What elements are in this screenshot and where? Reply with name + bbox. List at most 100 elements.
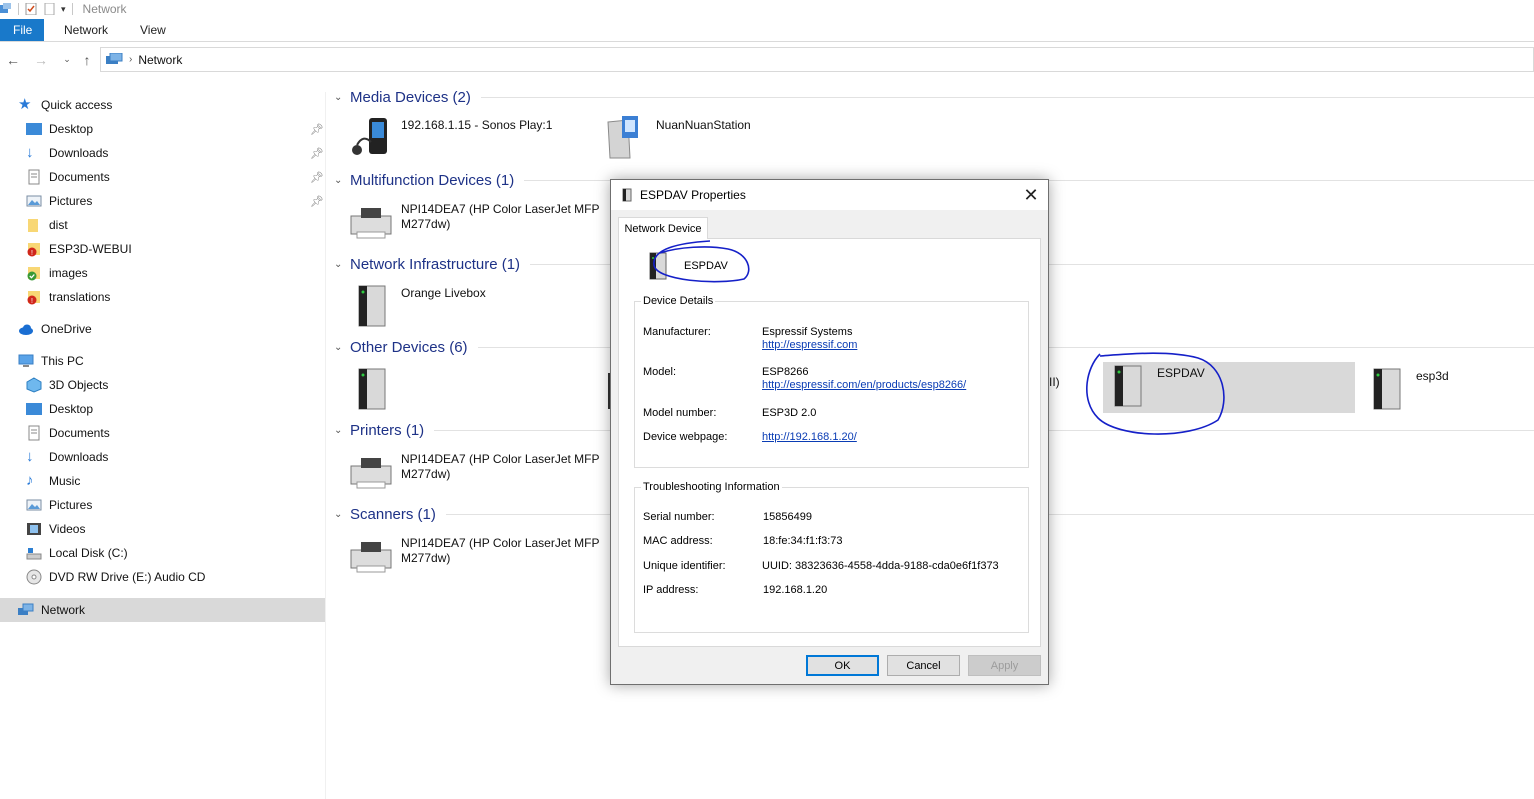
device-nuannuanstation[interactable]: NuanNuanStation	[602, 114, 751, 162]
tab-file[interactable]: File	[0, 19, 44, 41]
sidebar-item-desktop[interactable]: Desktop	[26, 117, 93, 141]
device-partial-label[interactable]: II)	[1049, 371, 1060, 390]
collapse-chevron-icon[interactable]: ⌄	[334, 342, 350, 353]
breadcrumb-separator-icon[interactable]: ›	[129, 54, 132, 65]
new-folder-icon[interactable]	[43, 3, 55, 15]
collapse-chevron-icon[interactable]: ⌄	[334, 425, 350, 436]
sidebar-item-label: DVD RW Drive (E:) Audio CD	[49, 570, 206, 584]
collapse-chevron-icon[interactable]: ⌄	[334, 92, 350, 103]
sidebar-item-videos[interactable]: Videos	[26, 517, 85, 541]
sidebar-item-quick-access[interactable]: ★ Quick access	[18, 93, 112, 117]
breadcrumb-network[interactable]: Network	[138, 53, 182, 67]
model-number-value: ESP3D 2.0	[762, 407, 817, 419]
device-orange-livebox[interactable]: Orange Livebox	[347, 282, 486, 330]
cancel-button[interactable]: Cancel	[887, 655, 960, 676]
computer-icon	[18, 354, 34, 367]
sidebar-item-onedrive[interactable]: OneDrive	[18, 317, 92, 341]
up-arrow-icon[interactable]: ↑	[76, 49, 98, 71]
pin-icon[interactable]: 📌︎	[310, 165, 324, 189]
sidebar-item-documents[interactable]: Documents	[26, 165, 110, 189]
sidebar-item-images[interactable]: images	[26, 261, 88, 285]
device-label: NPI14DEA7 (HP Color LaserJet MFP M277dw)	[401, 532, 600, 566]
collapse-chevron-icon[interactable]: ⌄	[334, 259, 350, 270]
collapse-chevron-icon[interactable]: ⌄	[334, 175, 350, 186]
sidebar-item-label: Documents	[49, 426, 110, 440]
group-media-devices[interactable]: ⌄ Media Devices (2)	[334, 87, 1534, 107]
sidebar-item-documents-pc[interactable]: Documents	[26, 421, 110, 445]
sidebar-item-label: Downloads	[49, 450, 109, 464]
pin-icon[interactable]: 📌︎	[310, 141, 324, 165]
tab-network[interactable]: Network	[44, 19, 124, 41]
back-arrow-icon[interactable]: ←	[2, 49, 24, 71]
ok-button[interactable]: OK	[806, 655, 879, 676]
sidebar-item-pictures[interactable]: Pictures	[26, 189, 92, 213]
customize-toolbar-arrow-icon[interactable]: ▾	[61, 4, 66, 15]
troubleshooting-group: Troubleshooting Information Serial numbe…	[634, 481, 1029, 633]
folder-error-icon: !	[27, 243, 40, 257]
recent-locations-chevron-icon[interactable]: ⌄	[56, 49, 78, 71]
device-sonos[interactable]: 192.168.1.15 - Sonos Play:1	[347, 114, 552, 162]
folder-icon	[28, 219, 38, 232]
desktop-icon	[26, 403, 42, 415]
sidebar-item-music[interactable]: ♪ Music	[26, 469, 80, 493]
device-label-line-1: NPI14DEA7 (HP Color LaserJet MFP	[401, 536, 600, 550]
sidebar-item-translations[interactable]: ! translations	[26, 285, 110, 309]
device-hp-multifunction[interactable]: NPI14DEA7 (HP Color LaserJet MFP M277dw)	[347, 198, 600, 246]
device-espdav[interactable]: ESPDAV	[1103, 362, 1355, 413]
address-bar[interactable]: › Network	[100, 47, 1534, 72]
device-label-line-1: NPI14DEA7 (HP Color LaserJet MFP	[401, 202, 600, 216]
cube-icon	[26, 377, 42, 393]
model-value: ESP8266	[762, 366, 809, 378]
sidebar-item-downloads-pc[interactable]: ↓ Downloads	[26, 445, 108, 469]
sidebar-item-esp3d-webui[interactable]: ! ESP3D-WEBUI	[26, 237, 132, 261]
collapse-chevron-icon[interactable]: ⌄	[334, 509, 350, 520]
media-player-icon	[352, 118, 387, 155]
forward-arrow-icon[interactable]: →	[30, 49, 52, 71]
manufacturer-link[interactable]: http://espressif.com	[762, 339, 857, 351]
sidebar-item-downloads[interactable]: ↓ Downloads	[26, 141, 108, 165]
tab-view[interactable]: View	[124, 19, 182, 41]
properties-icon[interactable]	[25, 3, 37, 15]
network-icon	[18, 603, 34, 615]
quick-access-toolbar-icon[interactable]	[0, 3, 12, 15]
pin-icon[interactable]: 📌︎	[310, 189, 324, 213]
download-arrow-icon: ↓	[26, 144, 34, 161]
pictures-icon	[26, 499, 42, 511]
sidebar-item-3d-objects[interactable]: 3D Objects	[26, 373, 108, 397]
apply-button[interactable]: Apply	[968, 655, 1041, 676]
pin-icon[interactable]: 📌︎	[310, 117, 324, 141]
group-title: Network Infrastructure (1)	[350, 255, 521, 273]
close-icon[interactable]: ✕	[1020, 184, 1042, 206]
sidebar-item-dvd-drive[interactable]: DVD RW Drive (E:) Audio CD	[26, 565, 205, 589]
device-hp-scanner[interactable]: NPI14DEA7 (HP Color LaserJet MFP M277dw)	[347, 532, 600, 580]
network-device-icon	[358, 368, 386, 410]
sidebar-item-desktop-pc[interactable]: Desktop	[26, 397, 93, 421]
dialog-title: ESPDAV Properties	[640, 188, 746, 202]
webpage-link[interactable]: http://192.168.1.20/	[762, 431, 857, 443]
printer-icon	[350, 458, 392, 489]
group-title: Printers (1)	[350, 421, 425, 439]
sidebar-item-local-disk[interactable]: Local Disk (C:)	[26, 541, 128, 565]
sidebar-item-dist[interactable]: dist	[26, 213, 68, 237]
device-name-field: ESPDAV	[684, 260, 728, 272]
device-label-line-2: M277dw)	[401, 467, 451, 481]
sidebar-item-label: dist	[49, 218, 68, 232]
sidebar-item-label: Documents	[49, 170, 110, 184]
toolbar-divider	[18, 3, 19, 15]
sidebar-item-network[interactable]: Network	[0, 598, 325, 622]
device-esp3d[interactable]: esp3d	[1362, 365, 1449, 413]
device-hp-printer[interactable]: NPI14DEA7 (HP Color LaserJet MFP M277dw)	[347, 448, 600, 496]
sidebar-item-label: Network	[41, 603, 86, 617]
documents-icon	[28, 425, 40, 441]
star-icon: ★	[18, 96, 32, 113]
sidebar-item-pictures-pc[interactable]: Pictures	[26, 493, 92, 517]
sidebar-item-this-pc[interactable]: This PC	[18, 349, 84, 373]
network-device-icon	[358, 285, 386, 327]
device-unnamed[interactable]	[347, 365, 401, 413]
disc-icon	[26, 569, 42, 585]
model-link[interactable]: http://espressif.com/en/products/esp8266…	[762, 379, 966, 391]
tab-network-device[interactable]: Network Device	[618, 217, 708, 239]
network-device-icon	[622, 188, 632, 202]
sidebar-item-label: ESP3D-WEBUI	[49, 242, 132, 256]
dialog-device-header: ESPDAV	[644, 251, 728, 281]
